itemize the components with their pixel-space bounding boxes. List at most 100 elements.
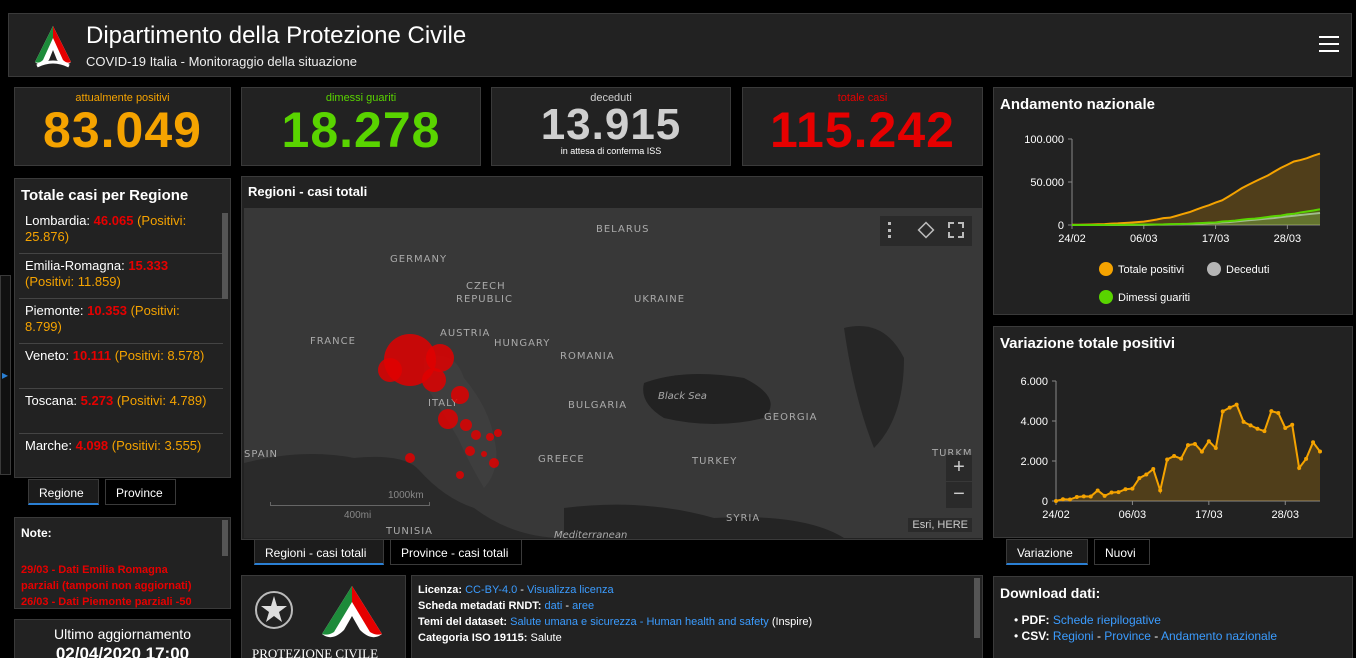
region-bubble (422, 368, 446, 392)
region-list-item[interactable]: Lombardia: 46.065 (Positivi: 25.876) (19, 209, 223, 254)
list-icon[interactable] (888, 222, 904, 238)
region-bubble (471, 430, 481, 440)
region-total: 10.111 (72, 348, 112, 363)
license-row-label: Licenza: (418, 584, 463, 596)
data-point (1255, 426, 1260, 431)
kpi-totale-casi: totale casi 115.242 (742, 87, 983, 166)
region-total: 15.333 (128, 258, 169, 273)
region-bubble (465, 446, 475, 456)
regions-scrollbar[interactable] (222, 213, 228, 299)
legend-label[interactable]: Dimessi guariti (1118, 292, 1190, 304)
x-tick-label: 28/03 (1274, 233, 1302, 245)
data-point (1123, 487, 1128, 492)
layers-icon[interactable] (917, 221, 935, 239)
notes-scrollbar[interactable] (222, 520, 228, 556)
download-pdf-label: PDF: (1021, 613, 1050, 627)
download-pdf-link[interactable]: Schede riepilogative (1053, 613, 1161, 627)
data-point (1074, 494, 1079, 499)
map-canvas[interactable]: BELARUS GERMANY CZECH REPUBLIC UKRAINE F… (244, 208, 982, 538)
region-bubble (426, 344, 454, 372)
tab-regioni-casi-totali[interactable]: Regioni - casi totali (254, 539, 384, 565)
region-total: 5.273 (80, 393, 114, 408)
legend-swatch[interactable] (1099, 262, 1113, 276)
kpi-subtext: in attesa di conferma ISS (560, 146, 662, 156)
data-point (1137, 476, 1142, 481)
region-total: 10.353 (87, 303, 127, 318)
download-csv-andamento-link[interactable]: Andamento nazionale (1161, 629, 1277, 643)
data-point (1081, 494, 1086, 499)
region-name: Veneto: (25, 348, 70, 363)
qr-icon[interactable] (948, 222, 964, 238)
legend-swatch[interactable] (1099, 290, 1113, 304)
license-scrollbar[interactable] (974, 578, 980, 638)
license-link[interactable]: CC-BY-4.0 (465, 584, 517, 596)
region-list-item[interactable]: Piemonte: 10.353 (Positivi: 8.799) (19, 299, 223, 344)
data-point (1151, 467, 1156, 472)
data-point (1311, 440, 1316, 445)
license-link[interactable]: Salute umana e sicurezza - Human health … (510, 616, 769, 628)
license-row: Scheda metadati RNDT: dati - aree (418, 600, 976, 612)
side-expand-icon[interactable]: ▸ (0, 275, 11, 475)
zoom-in-button[interactable]: + (946, 455, 972, 481)
region-bubble (438, 409, 458, 429)
kpi-value: 13.915 (540, 100, 682, 149)
license-text: - (562, 600, 573, 612)
data-point (1248, 423, 1253, 428)
license-link[interactable]: aree (572, 600, 594, 612)
legend-swatch[interactable] (1207, 262, 1221, 276)
x-tick-label: 06/03 (1130, 233, 1158, 245)
chart-andamento-title: Andamento nazionale (1000, 96, 1156, 113)
regions-list[interactable]: Lombardia: 46.065 (Positivi: 25.876) Emil… (19, 209, 223, 471)
tab-province[interactable]: Province (105, 479, 176, 505)
note-line: parziali (tamponi non aggiornati) (21, 580, 192, 592)
x-tick-label: 28/03 (1271, 509, 1299, 521)
notes-panel: Note: 29/03 - Dati Emilia Romagna parzia… (14, 517, 231, 609)
data-point (1199, 449, 1204, 454)
region-list-item[interactable]: Marche: 4.098 (Positivi: 3.555) (19, 434, 223, 471)
map-attribution[interactable]: Esri, HERE (908, 518, 972, 532)
license-link[interactable]: Visualizza licenza (527, 584, 614, 596)
y-tick-label: 100.000 (1024, 134, 1064, 146)
tab-nuovi[interactable]: Nuovi (1094, 539, 1150, 565)
license-link[interactable]: dati (545, 600, 563, 612)
scale-mi: 400mi (344, 510, 372, 521)
chart-variazione: 6.000 4.000 2.000 024/02 06/03 17/03 28/03 (1020, 376, 1322, 521)
license-panel: Licenza: CC-BY-4.0 - Visualizza licenza S… (411, 575, 983, 658)
y-tick-label: 0 (1042, 496, 1048, 508)
download-csv-province-link[interactable]: Province (1104, 629, 1151, 643)
region-list-item[interactable]: Emilia-Romagna: 15.333 (Positivi: 11.859… (19, 254, 223, 299)
data-point (1234, 402, 1239, 407)
data-point (1095, 488, 1100, 493)
data-point (1116, 490, 1121, 495)
map-scalebar: 1000km 400mi (270, 490, 430, 521)
region-list-item[interactable]: Veneto: 10.111 (Positivi: 8.578) (19, 344, 223, 389)
kpi-dimessi-guariti: dimessi guariti 18.278 (241, 87, 481, 166)
app-title: Dipartimento della Protezione Civile (86, 22, 467, 49)
update-label: Ultimo aggiornamento (54, 626, 191, 642)
license-row: Temi del dataset: Salute umana e sicurez… (418, 616, 976, 628)
zoom-out-button[interactable]: − (946, 482, 972, 508)
data-point (1283, 425, 1288, 430)
region-positivi: (Positivi: 8.578) (114, 348, 205, 363)
region-bubble (378, 358, 402, 382)
kpi-value: 18.278 (281, 102, 441, 158)
region-bubble (405, 453, 415, 463)
repubblica-emblem-icon (255, 591, 293, 629)
data-point (1269, 409, 1274, 414)
legend-label[interactable]: Deceduti (1226, 264, 1269, 276)
data-point (1130, 486, 1135, 491)
region-bubble (486, 433, 494, 441)
download-csv-regioni-link[interactable]: Regioni (1053, 629, 1094, 643)
map-toolbar (880, 216, 972, 246)
x-tick-label: 06/03 (1119, 509, 1147, 521)
region-bubble (460, 419, 472, 431)
hamburger-icon[interactable] (1319, 36, 1339, 52)
region-name: Toscana: (25, 393, 78, 408)
notes-text: 29/03 - Dati Emilia Romagna parziali (ta… (21, 562, 192, 608)
tab-variazione[interactable]: Variazione (1006, 539, 1088, 565)
data-point (1241, 419, 1246, 424)
legend-label[interactable]: Totale positivi (1118, 264, 1184, 276)
tab-regione[interactable]: Regione (28, 479, 99, 505)
tab-province-casi-totali[interactable]: Province - casi totali (390, 539, 522, 565)
region-list-item[interactable]: Toscana: 5.273 (Positivi: 4.789) (19, 389, 223, 434)
